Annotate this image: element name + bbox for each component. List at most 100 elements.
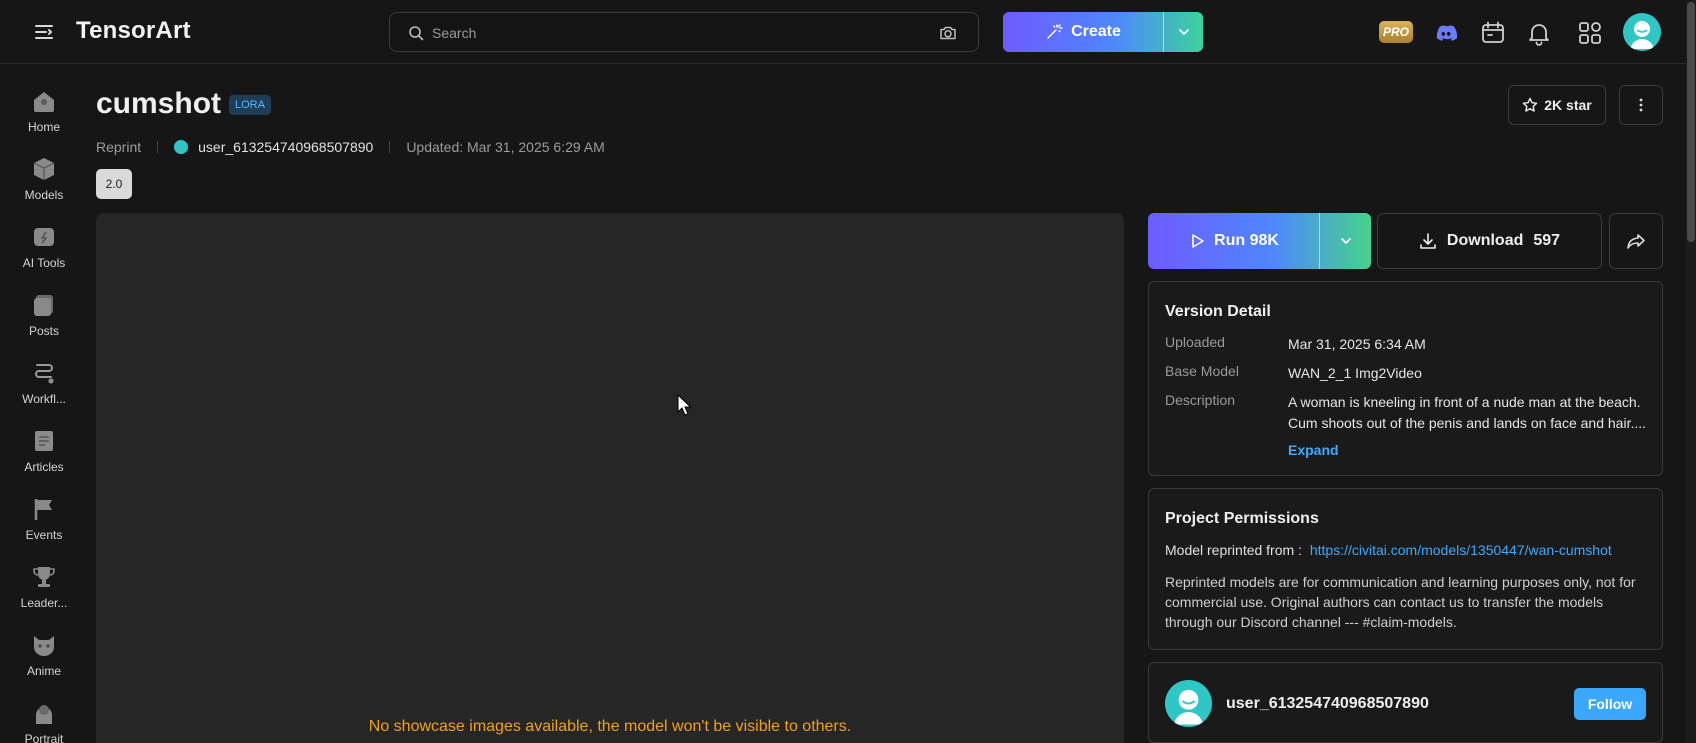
author-link[interactable]: user_613254740968507890 xyxy=(198,139,373,155)
download-button[interactable]: Download 597 xyxy=(1377,213,1602,269)
user-avatar[interactable] xyxy=(1623,13,1661,51)
model-type-badge: LORA xyxy=(229,95,271,115)
reprinted-url-link[interactable]: https://civitai.com/models/1350447/wan-c… xyxy=(1310,542,1612,558)
magic-wand-icon xyxy=(1047,24,1063,39)
reprinted-label: Model reprinted from : xyxy=(1165,542,1302,558)
run-dropdown-button[interactable] xyxy=(1320,213,1371,269)
chevron-down-icon xyxy=(1340,238,1351,245)
creator-name[interactable]: user_613254740968507890 xyxy=(1226,695,1429,713)
star-button[interactable]: 2K star xyxy=(1508,85,1606,125)
detail-value: Mar 31, 2025 6:34 AM xyxy=(1288,336,1426,352)
follow-button[interactable]: Follow xyxy=(1574,688,1646,720)
chevron-down-icon xyxy=(1178,29,1189,36)
source-label: Reprint xyxy=(96,139,142,155)
create-label: Create xyxy=(1071,23,1121,40)
portrait-icon xyxy=(31,700,57,726)
sidebar-item-label: Posts xyxy=(28,324,59,338)
calendar-icon[interactable] xyxy=(1479,19,1507,47)
sidebar-item-posts[interactable]: Posts xyxy=(0,292,88,352)
search-box[interactable] xyxy=(389,12,979,52)
star-label: 2K star xyxy=(1544,97,1592,113)
pro-badge[interactable]: PRO xyxy=(1379,21,1413,43)
download-count: 597 xyxy=(1533,232,1561,249)
run-label: Run 98K xyxy=(1214,232,1279,249)
detail-value: A woman is kneeling in front of a nude m… xyxy=(1288,394,1647,431)
expand-link[interactable]: Expand xyxy=(1288,442,1339,458)
discord-icon[interactable] xyxy=(1432,19,1460,47)
cat-icon xyxy=(31,632,57,658)
posts-icon xyxy=(31,292,57,318)
sidebar-item-label: Events xyxy=(25,528,63,542)
creator-avatar[interactable] xyxy=(1165,680,1212,727)
page-title: cumshot xyxy=(96,87,222,120)
logo-text: TensorArt xyxy=(76,17,191,44)
cube-icon xyxy=(31,156,57,182)
home-icon xyxy=(31,88,57,114)
mouse-cursor-icon xyxy=(677,394,691,416)
create-button[interactable]: Create xyxy=(1003,12,1163,52)
reprinted-from: Model reprinted from : https://civitai.c… xyxy=(1165,542,1612,558)
sidebar-item-portrait[interactable]: Portrait xyxy=(0,700,88,743)
bell-icon[interactable] xyxy=(1525,19,1553,47)
sidebar-item-workflows[interactable]: Workfl... xyxy=(0,360,88,420)
articles-icon xyxy=(31,428,57,454)
model-meta: Reprint user_613254740968507890 Updated:… xyxy=(96,139,605,155)
more-options-button[interactable] xyxy=(1619,85,1663,125)
camera-icon[interactable] xyxy=(938,23,958,43)
permissions-heading: Project Permissions xyxy=(1165,510,1319,527)
sidebar-item-models[interactable]: Models xyxy=(0,156,88,216)
sidebar-item-home[interactable]: Home xyxy=(0,88,88,148)
menu-icon[interactable] xyxy=(32,20,56,44)
sidebar-item-leaderboard[interactable]: Leader... xyxy=(0,564,88,624)
flag-icon xyxy=(31,496,57,522)
version-detail-card: Version Detail Uploaded Mar 31, 2025 6:3… xyxy=(1148,281,1663,476)
updated-timestamp: Updated: Mar 31, 2025 6:29 AM xyxy=(406,139,605,155)
permissions-text: Reprinted models are for communication a… xyxy=(1165,574,1636,630)
creator-card: user_613254740968507890 Follow xyxy=(1148,662,1663,743)
sidebar-item-label: Home xyxy=(27,120,60,134)
sidebar-item-label: Models xyxy=(24,188,64,202)
trophy-icon xyxy=(31,564,57,590)
sidebar-item-label: Articles xyxy=(24,460,64,474)
play-icon xyxy=(1192,234,1204,248)
scrollbar-thumb[interactable] xyxy=(1687,2,1695,242)
version-tab[interactable]: 2.0 xyxy=(96,169,132,199)
download-label: Download xyxy=(1446,232,1524,249)
share-button[interactable] xyxy=(1609,213,1663,269)
star-icon xyxy=(1522,97,1538,112)
sidebar-item-ai-tools[interactable]: AI Tools xyxy=(0,224,88,284)
sidebar-item-label: Workfl... xyxy=(22,392,66,406)
sidebar-item-anime[interactable]: Anime xyxy=(0,632,88,692)
sidebar-item-label: Anime xyxy=(26,664,61,678)
share-icon xyxy=(1627,234,1645,249)
sidebar-item-articles[interactable]: Articles xyxy=(0,428,88,488)
detail-key: Description xyxy=(1165,392,1236,408)
version-detail-heading: Version Detail xyxy=(1165,303,1271,320)
sidebar-item-label: Leader... xyxy=(20,596,68,610)
showcase-notice: No showcase images available, the model … xyxy=(368,718,852,735)
search-icon xyxy=(408,25,424,41)
create-button-group: Create xyxy=(1003,12,1203,52)
create-dropdown-button[interactable] xyxy=(1164,12,1203,52)
sidebar-item-label: AI Tools xyxy=(22,256,66,270)
more-vertical-icon xyxy=(1639,98,1643,112)
detail-value: WAN_2_1 Img2Video xyxy=(1288,365,1422,381)
workflow-icon xyxy=(31,360,57,386)
apps-icon[interactable] xyxy=(1576,19,1604,47)
top-bar: TensorArt Create PRO xyxy=(0,0,1686,64)
download-icon xyxy=(1420,233,1436,249)
sidebar-item-label: Portrait xyxy=(24,732,64,743)
sidebar: Home Models AI Tools Posts Workfl... Art… xyxy=(0,64,88,743)
search-input[interactable] xyxy=(432,21,912,45)
tools-icon xyxy=(31,224,57,250)
run-button-group: Run 98K xyxy=(1148,213,1371,269)
divider xyxy=(157,141,159,153)
run-button[interactable]: Run 98K xyxy=(1148,213,1319,269)
sidebar-item-events[interactable]: Events xyxy=(0,496,88,556)
detail-key: Uploaded xyxy=(1165,334,1225,350)
detail-key: Base Model xyxy=(1165,363,1239,379)
logo[interactable]: TensorArt xyxy=(76,17,191,45)
showcase-area: No showcase images available, the model … xyxy=(96,213,1124,743)
author-avatar[interactable] xyxy=(174,140,189,154)
permissions-card: Project Permissions Model reprinted from… xyxy=(1148,488,1663,650)
